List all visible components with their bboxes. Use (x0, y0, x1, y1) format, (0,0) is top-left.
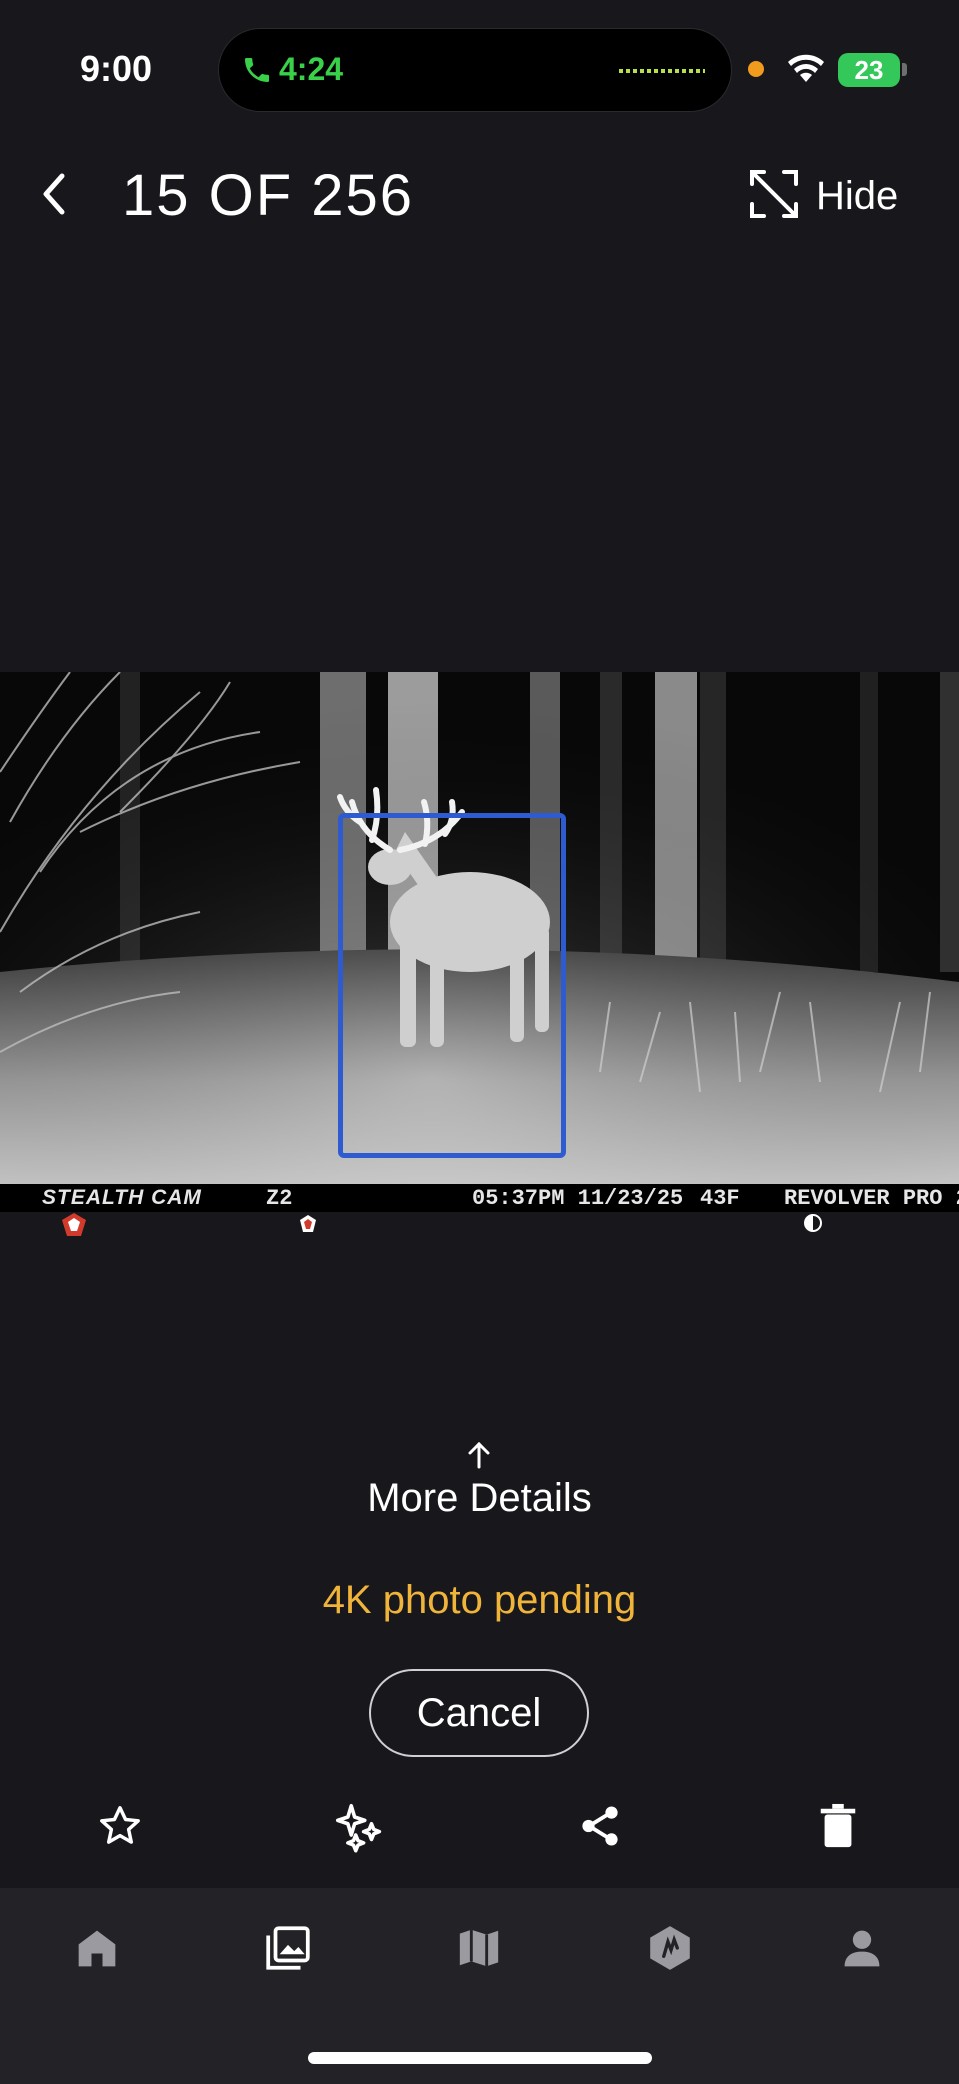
camera-brand: STEALTH CAM (42, 1186, 202, 1209)
photo-caption-bar: STEALTH CAM Z2 05:37PM 11/23/25 43F REVO… (0, 1184, 959, 1236)
tab-gallery[interactable] (258, 1920, 318, 1980)
share-button[interactable] (572, 1800, 628, 1856)
tab-home[interactable] (67, 1920, 127, 1980)
phone-icon (241, 52, 273, 93)
battery-cap (902, 63, 907, 76)
photo-counter: 15 OF 256 (122, 163, 415, 228)
hide-label: Hide (816, 173, 899, 218)
call-duration: 4:24 (279, 51, 344, 87)
status-time: 9:00 (80, 48, 153, 89)
trash-icon (818, 1803, 858, 1854)
map-icon (456, 1925, 502, 1976)
wifi-icon (786, 52, 826, 89)
privacy-indicator-dot (748, 61, 764, 77)
photo-temperature: 43F (700, 1185, 740, 1211)
home-indicator[interactable] (308, 2052, 652, 2064)
hunt-icon (645, 1923, 695, 1978)
camera-zone: Z2 (266, 1185, 293, 1211)
pending-status: 4K photo pending (322, 1578, 637, 1622)
photo-timestamp: 05:37PM 11/23/25 (472, 1185, 684, 1211)
camera-model: REVOLVER PRO 2 (784, 1185, 959, 1211)
ai-enhance-button[interactable] (330, 1800, 386, 1856)
delete-button[interactable] (810, 1800, 866, 1856)
more-details-link[interactable]: More Details (0, 1476, 959, 1521)
hide-button[interactable]: Hide (748, 168, 898, 224)
arrow-up-icon[interactable] (464, 1440, 494, 1475)
share-icon (577, 1803, 623, 1854)
sparkle-icon (331, 1799, 385, 1858)
star-icon (97, 1803, 143, 1854)
dynamic-island[interactable]: 4:24 (218, 28, 732, 112)
gallery-icon (263, 1923, 313, 1978)
home-icon (75, 1926, 119, 1975)
profile-icon (840, 1926, 884, 1975)
tab-hunt[interactable] (640, 1920, 700, 1980)
tab-profile[interactable] (832, 1920, 892, 1980)
hide-detection-icon (748, 168, 800, 225)
audio-waveform (619, 69, 705, 73)
favorite-button[interactable] (92, 1800, 148, 1856)
detection-box (338, 813, 566, 1158)
chevron-left-icon (40, 172, 68, 221)
tab-map[interactable] (449, 1920, 509, 1980)
cancel-button[interactable]: Cancel (369, 1669, 589, 1757)
back-button[interactable] (40, 168, 80, 224)
battery-level: 23 (838, 53, 900, 87)
